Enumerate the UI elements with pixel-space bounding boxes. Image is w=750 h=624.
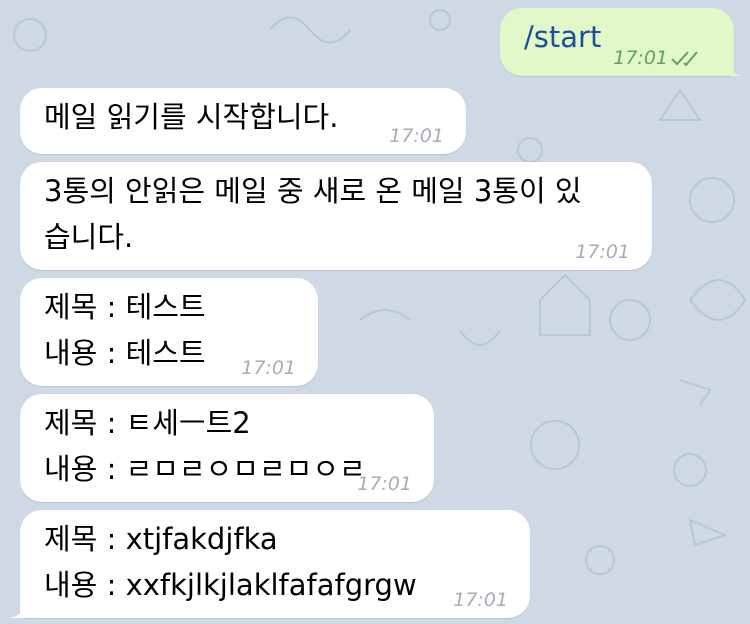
message-time: 17:01: [613, 47, 668, 69]
mail-body: 내용 : xxfkjlkjlaklfafafgrgw: [44, 568, 417, 602]
message-time: 17:01: [241, 357, 296, 379]
outgoing-bubble-tail: [726, 60, 744, 76]
incoming-message[interactable]: 제목 : xtjfakdjfka 내용 : xxfkjlkjlaklfafafg…: [20, 510, 530, 618]
mail-body: 내용 : 테스트: [44, 336, 206, 370]
outgoing-message[interactable]: /start 17:01: [500, 8, 734, 76]
message-text-line: 3통의 안읽은 메일 중 새로 온 메일 3통이 있: [44, 174, 582, 208]
message-time: 17:01: [453, 589, 508, 611]
message-text: 메일 읽기를 시작합니다.: [44, 100, 339, 134]
incoming-message[interactable]: 메일 읽기를 시작합니다. 17:01: [20, 88, 466, 154]
incoming-message[interactable]: 3통의 안읽은 메일 중 새로 온 메일 3통이 있 습니다. 17:01: [20, 162, 652, 270]
message-time: 17:01: [357, 473, 412, 495]
incoming-message[interactable]: 제목 : 테스트 내용 : 테스트 17:01: [20, 278, 318, 386]
incoming-message[interactable]: 제목 : ㅌ세ㅡ트2 내용 : ㄹㅁㄹㅇㅁㄹㅁㅇㄹ 17:01: [20, 394, 434, 502]
message-text-line: 습니다.: [44, 220, 134, 254]
message-time: 17:01: [389, 125, 444, 147]
mail-body: 내용 : ㄹㅁㄹㅇㅁㄹㅁㅇㄹ: [44, 452, 366, 486]
mail-subject: 제목 : ㅌ세ㅡ트2: [44, 406, 251, 440]
mail-subject: 제목 : xtjfakdjfka: [44, 522, 278, 556]
incoming-bubble-tail: [8, 602, 26, 618]
double-check-icon: [671, 51, 698, 67]
mail-subject: 제목 : 테스트: [44, 290, 206, 324]
message-time: 17:01: [575, 241, 630, 263]
